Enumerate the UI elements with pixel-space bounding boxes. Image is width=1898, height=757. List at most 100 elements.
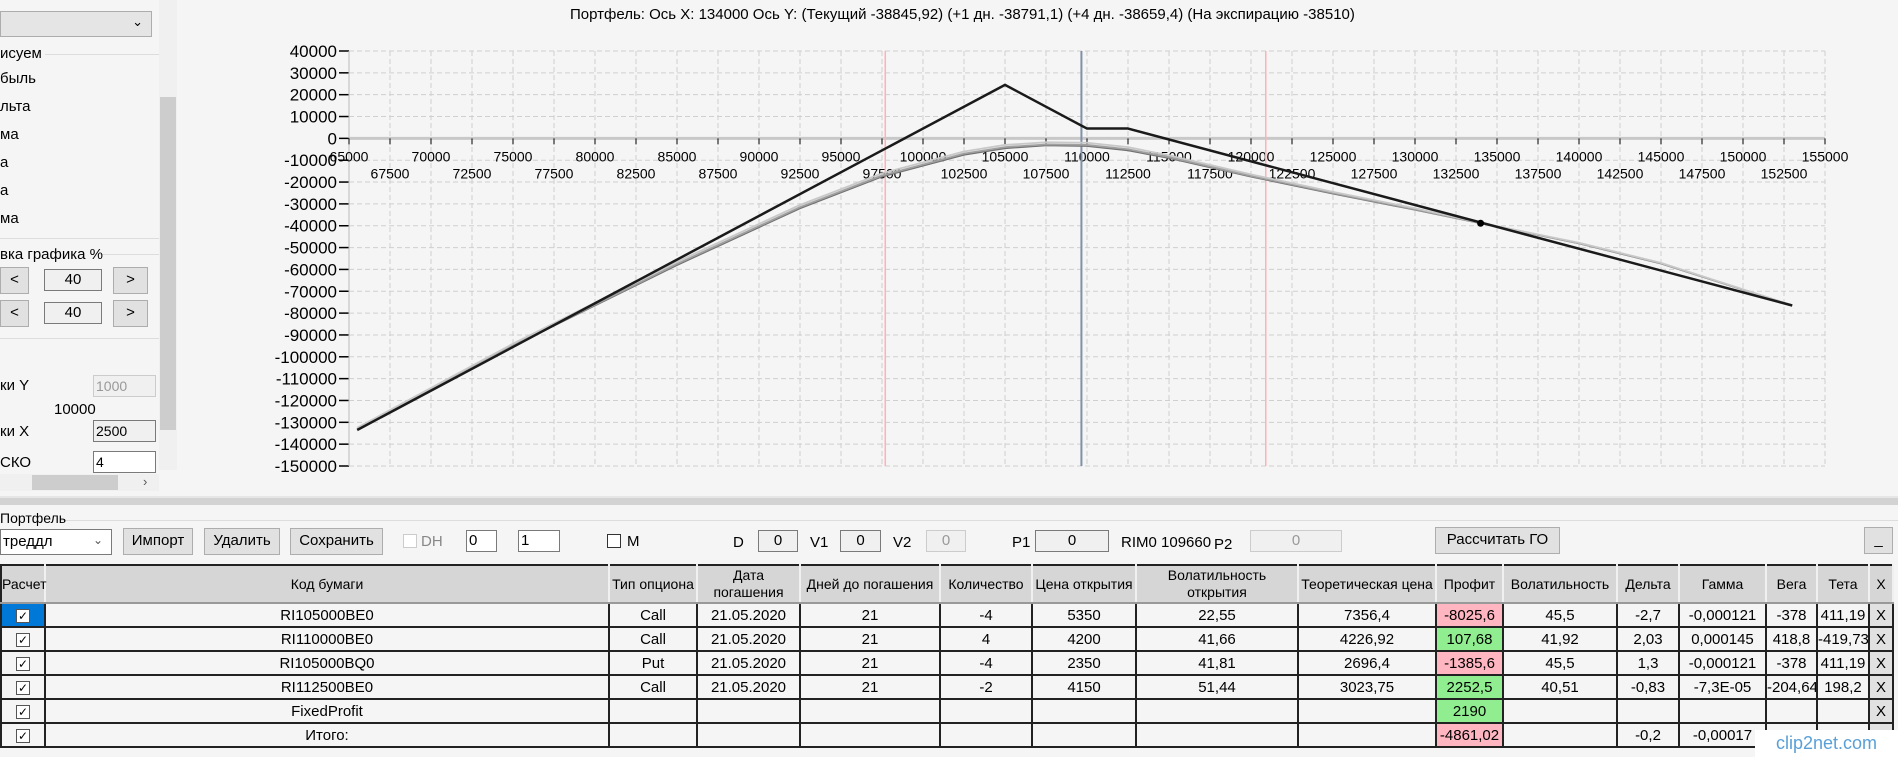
column-header[interactable]: Вега bbox=[1766, 565, 1818, 604]
table-cell bbox=[1032, 723, 1137, 748]
table-cell bbox=[1617, 699, 1680, 724]
v1-field[interactable]: 0 bbox=[840, 530, 881, 552]
spinner-2[interactable]: 1 bbox=[518, 530, 560, 552]
calc-checkbox[interactable]: ✓ bbox=[16, 680, 30, 695]
table-cell bbox=[1817, 699, 1870, 724]
table-row[interactable]: ✓ RI105000BE0 Call 21.05.2020 21 -4 5350 22,55 7… bbox=[1, 603, 1894, 628]
y-tick-label: -50000 bbox=[284, 239, 337, 258]
y-tick-label: -60000 bbox=[284, 260, 337, 279]
table-cell: -0,00017 bbox=[1679, 723, 1767, 748]
column-header[interactable]: X bbox=[1869, 565, 1894, 604]
calc-checkbox[interactable]: ✓ bbox=[16, 608, 30, 623]
d-field[interactable]: 0 bbox=[758, 530, 798, 552]
column-header[interactable]: Дельта bbox=[1617, 565, 1680, 604]
calc-cell[interactable]: ✓ bbox=[1, 723, 46, 748]
table-cell: 21.05.2020 bbox=[697, 651, 801, 676]
x-tick-label: 152500 bbox=[1761, 165, 1808, 181]
remove-row-button[interactable]: X bbox=[1869, 603, 1894, 628]
table-cell: -378 bbox=[1766, 603, 1818, 628]
calc-cell[interactable]: ✓ bbox=[1, 675, 46, 700]
p1-label: P1 bbox=[1012, 534, 1031, 551]
x-tick-label: 142500 bbox=[1597, 165, 1644, 181]
table-cell: Put bbox=[609, 651, 698, 676]
table-cell: 21 bbox=[800, 627, 941, 652]
calculate-go-button[interactable]: Рассчитать ГО bbox=[1435, 527, 1560, 554]
column-header[interactable]: Гамма bbox=[1679, 565, 1767, 604]
calc-checkbox[interactable]: ✓ bbox=[16, 728, 30, 743]
table-cell: RI112500BE0 bbox=[45, 675, 610, 700]
y-tick-label: 0 bbox=[328, 129, 337, 148]
remove-row-button[interactable]: X bbox=[1869, 651, 1894, 676]
table-cell: -0,83 bbox=[1617, 675, 1680, 700]
table-cell: 21 bbox=[800, 603, 941, 628]
remove-row-button[interactable]: X bbox=[1869, 627, 1894, 652]
column-header[interactable]: Тип опциона bbox=[609, 565, 698, 604]
import-button[interactable]: Импорт bbox=[123, 528, 193, 555]
table-cell bbox=[1298, 699, 1437, 724]
series-line bbox=[356, 141, 1793, 429]
remove-row-button[interactable]: X bbox=[1869, 699, 1894, 724]
calc-cell[interactable]: ✓ bbox=[1, 627, 46, 652]
column-header[interactable]: Теоретическая цена bbox=[1298, 565, 1437, 604]
dh-checkbox[interactable] bbox=[403, 534, 417, 548]
splitter[interactable] bbox=[0, 496, 1898, 505]
remove-row-button[interactable]: X bbox=[1869, 675, 1894, 700]
x-tick-label: 147500 bbox=[1679, 165, 1726, 181]
column-header[interactable]: Волатильность открытия bbox=[1136, 565, 1299, 604]
y-tick-label: 20000 bbox=[290, 86, 337, 105]
x-tick-label: 72500 bbox=[453, 165, 492, 181]
column-header[interactable]: Дата погашения bbox=[697, 565, 801, 604]
chevron-down-icon: ⌄ bbox=[92, 533, 103, 547]
table-cell: 4226,92 bbox=[1298, 627, 1437, 652]
column-header[interactable]: Тета bbox=[1817, 565, 1870, 604]
v2-field[interactable]: 0 bbox=[926, 530, 966, 552]
payoff-chart[interactable]: 400003000020000100000-10000-20000-30000-… bbox=[0, 0, 1898, 496]
table-row[interactable]: ✓ RI105000BQ0 Put 21.05.2020 21 -4 2350 41,81 26… bbox=[1, 651, 1894, 676]
calc-cell[interactable]: ✓ bbox=[1, 651, 46, 676]
column-header[interactable]: Дней до погашения bbox=[800, 565, 941, 604]
minimize-button[interactable]: _ bbox=[1864, 527, 1893, 554]
calc-checkbox[interactable]: ✓ bbox=[16, 632, 30, 647]
calc-cell[interactable]: ✓ bbox=[1, 699, 46, 724]
y-tick-label: 10000 bbox=[290, 108, 337, 127]
table-row[interactable]: ✓ RI110000BE0 Call 21.05.2020 21 4 4200 41,66 42… bbox=[1, 627, 1894, 652]
table-cell bbox=[697, 699, 801, 724]
divider bbox=[60, 520, 1898, 521]
column-header[interactable]: Код бумаги bbox=[45, 565, 610, 604]
table-cell: 198,2 bbox=[1817, 675, 1870, 700]
delete-button[interactable]: Удалить bbox=[204, 528, 280, 555]
table-cell: 2350 bbox=[1032, 651, 1137, 676]
table-cell: 41,81 bbox=[1136, 651, 1299, 676]
calc-cell[interactable]: ✓ bbox=[1, 603, 46, 628]
table-row[interactable]: ✓ RI112500BE0 Call 21.05.2020 21 -2 4150 51,44 3… bbox=[1, 675, 1894, 700]
table-cell: 21.05.2020 bbox=[697, 603, 801, 628]
save-button[interactable]: Сохранить bbox=[290, 528, 383, 555]
x-tick-label: 110000 bbox=[1064, 148, 1110, 164]
table-cell: 2,03 bbox=[1617, 627, 1680, 652]
calc-checkbox[interactable]: ✓ bbox=[16, 656, 30, 671]
table-row[interactable]: ✓ FixedProfit 2190 X bbox=[1, 699, 1894, 724]
column-header[interactable]: Волатильность bbox=[1503, 565, 1618, 604]
x-tick-label: 95000 bbox=[822, 148, 861, 164]
spinner-1[interactable]: 0 bbox=[466, 530, 497, 552]
x-tick-label: 155000 bbox=[1802, 148, 1849, 164]
calc-checkbox[interactable]: ✓ bbox=[16, 704, 30, 719]
y-tick-label: -140000 bbox=[275, 435, 337, 454]
x-tick-label: 125000 bbox=[1310, 148, 1357, 164]
table-cell: -0,000121 bbox=[1679, 651, 1767, 676]
y-tick-label: -100000 bbox=[275, 348, 337, 367]
table-cell bbox=[940, 699, 1033, 724]
m-checkbox[interactable] bbox=[607, 534, 621, 548]
p1-field[interactable]: 0 bbox=[1035, 530, 1109, 552]
column-header[interactable]: Цена открытия bbox=[1032, 565, 1137, 604]
p2-field[interactable]: 0 bbox=[1250, 530, 1342, 552]
table-cell: -378 bbox=[1766, 651, 1818, 676]
y-tick-label: -20000 bbox=[284, 173, 337, 192]
column-header[interactable]: Профит bbox=[1436, 565, 1504, 604]
column-header[interactable]: Расчет bbox=[1, 565, 47, 604]
x-tick-label: 92500 bbox=[781, 165, 820, 181]
portfolio-combo[interactable]: треддл ⌄ bbox=[0, 529, 112, 555]
y-tick-label: 30000 bbox=[290, 64, 337, 83]
table-row[interactable]: ✓Итого:-4861,02-0,2-0,00017-541,84609,85… bbox=[1, 723, 1894, 748]
column-header[interactable]: Количество bbox=[940, 565, 1033, 604]
